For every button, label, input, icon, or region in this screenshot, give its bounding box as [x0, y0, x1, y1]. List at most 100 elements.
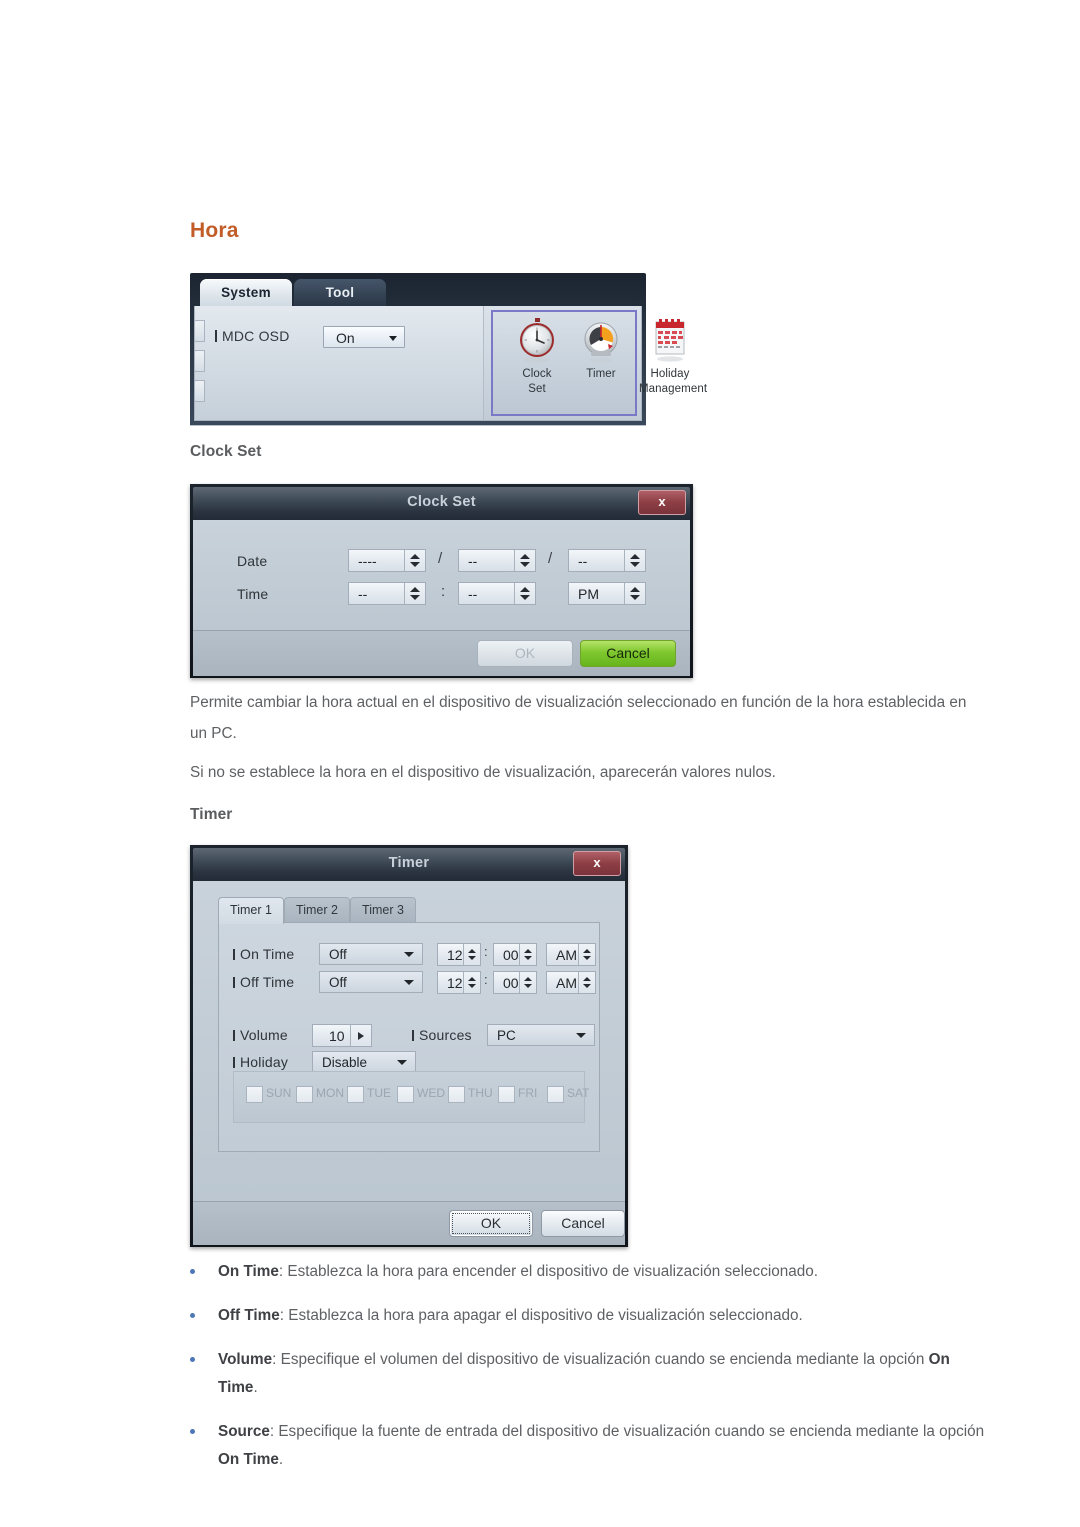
- time-minute-stepper[interactable]: [514, 583, 535, 604]
- mdc-osd-label: MDC OSD: [215, 328, 290, 344]
- sources-select[interactable]: PC: [487, 1024, 595, 1046]
- date-year-value: ----: [358, 553, 377, 569]
- chevron-down-icon: [404, 952, 414, 957]
- tab-timer-3[interactable]: Timer 3: [350, 897, 416, 924]
- time-hour-spinner[interactable]: --: [348, 582, 426, 605]
- timer-ok-button[interactable]: OK: [449, 1210, 533, 1237]
- time-label: Time: [237, 586, 269, 602]
- bullet-term: Volume: [218, 1351, 273, 1368]
- off-time-separator: :: [484, 972, 488, 987]
- timer-tab-pane: On Time Off 12 : 00 AM Off Time Off 12:…: [218, 922, 600, 1152]
- on-time-separator: :: [484, 944, 488, 959]
- side-tab-1[interactable]: [194, 320, 205, 342]
- time-hour-stepper[interactable]: [404, 583, 425, 604]
- weekday-sat-label: SAT: [567, 1086, 590, 1100]
- holiday-caption-2: Management: [639, 383, 708, 395]
- page-title: Hora: [190, 219, 239, 242]
- mdc-tab-bar: System Tool: [190, 273, 646, 307]
- tab-system[interactable]: System: [200, 279, 292, 307]
- bullet-icon: [190, 1302, 218, 1330]
- time-meridiem-stepper[interactable]: [624, 583, 645, 604]
- checkbox-tue[interactable]: [347, 1086, 364, 1103]
- checkbox-wed[interactable]: [397, 1086, 414, 1103]
- on-time-meridiem-stepper[interactable]: [578, 944, 595, 965]
- checkbox-sat[interactable]: [547, 1086, 564, 1103]
- off-time-hour-spinner[interactable]: 12: [437, 971, 481, 994]
- timer-icon: [577, 316, 625, 366]
- on-time-meridiem-spinner[interactable]: AM: [546, 943, 596, 966]
- clock-set-footer: OK Cancel: [193, 630, 690, 676]
- mdc-settings-column: MDC OSD On: [194, 306, 484, 420]
- volume-stepper[interactable]: 10: [312, 1024, 372, 1047]
- off-time-minute-stepper[interactable]: [519, 972, 536, 993]
- bullet-rest-2: .: [253, 1379, 258, 1396]
- clock-set-dialog: Clock Set x Date ---- / -- / -- Time -- …: [190, 484, 693, 678]
- off-time-state-select[interactable]: Off: [319, 971, 423, 993]
- on-time-minute-spinner[interactable]: 00: [493, 943, 537, 966]
- field-marker: [233, 977, 235, 988]
- timer-title: Timer: [388, 855, 430, 871]
- on-time-minute-stepper[interactable]: [519, 944, 536, 965]
- weekday-fri-label: FRI: [518, 1086, 538, 1100]
- mdc-holiday-management-button[interactable]: Holiday Management: [639, 316, 708, 396]
- side-tab-3[interactable]: [194, 380, 205, 402]
- timer-footer: OK Cancel: [193, 1201, 625, 1245]
- field-marker: [233, 1030, 235, 1041]
- mdc-timer-button[interactable]: Timer: [577, 316, 625, 381]
- off-time-meridiem-spinner[interactable]: AM: [546, 971, 596, 994]
- holiday-caption-1: Holiday: [650, 368, 690, 380]
- checkbox-mon[interactable]: [296, 1086, 313, 1103]
- clock-set-ok-button[interactable]: OK: [477, 640, 573, 667]
- date-month-stepper[interactable]: [514, 550, 535, 571]
- on-time-hour-spinner[interactable]: 12: [437, 943, 481, 966]
- checkbox-sun[interactable]: [246, 1086, 263, 1103]
- timer-cancel-button[interactable]: Cancel: [541, 1210, 625, 1237]
- clock-set-body: Date ---- / -- / -- Time -- : -- PM: [193, 520, 690, 630]
- weekday-sun-label: SUN: [266, 1086, 292, 1100]
- off-time-meridiem-stepper[interactable]: [578, 972, 595, 993]
- off-time-hour-stepper[interactable]: [463, 972, 480, 993]
- bullet-rest: : Especifique el volumen del dispositivo…: [272, 1351, 929, 1368]
- time-meridiem-spinner[interactable]: PM: [568, 582, 646, 605]
- date-year-stepper[interactable]: [404, 550, 425, 571]
- bullet-rest: : Especifique la fuente de entrada del d…: [269, 1423, 985, 1440]
- clock-set-caption-2: Set: [528, 383, 546, 395]
- time-minute-spinner[interactable]: --: [458, 582, 536, 605]
- date-month-value: --: [468, 553, 478, 569]
- list-item: On Time: Establezca la hora para encende…: [190, 1258, 990, 1286]
- date-day-spinner[interactable]: --: [568, 549, 646, 572]
- date-separator-2: /: [548, 550, 553, 567]
- checkbox-fri[interactable]: [498, 1086, 515, 1103]
- weekday-mon-label: MON: [316, 1086, 344, 1100]
- bullet-rest-2: .: [278, 1451, 284, 1468]
- chevron-down-icon: [576, 1033, 586, 1038]
- checkbox-thu[interactable]: [448, 1086, 465, 1103]
- holiday-select[interactable]: Disable: [312, 1051, 416, 1073]
- volume-value: 10: [329, 1028, 345, 1044]
- bullet-content: Source: Especifique la fuente de entrada…: [218, 1418, 990, 1474]
- volume-increase-button[interactable]: [350, 1025, 371, 1046]
- clock-set-cancel-button[interactable]: Cancel: [580, 640, 676, 667]
- on-time-hour-stepper[interactable]: [463, 944, 480, 965]
- chevron-down-icon: [389, 336, 397, 341]
- date-day-stepper[interactable]: [624, 550, 645, 571]
- close-icon[interactable]: x: [638, 490, 686, 515]
- tab-timer-2[interactable]: Timer 2: [284, 897, 350, 924]
- mdc-osd-select[interactable]: On: [323, 326, 405, 348]
- bullet-rest: : Establezca la hora para encender el di…: [278, 1263, 819, 1280]
- time-minute-value: --: [468, 586, 478, 602]
- holiday-value: Disable: [322, 1055, 368, 1070]
- tab-tool[interactable]: Tool: [294, 279, 386, 307]
- date-month-spinner[interactable]: --: [458, 549, 536, 572]
- mdc-clock-set-button[interactable]: Clock Set: [513, 316, 561, 396]
- close-icon[interactable]: x: [573, 851, 621, 876]
- date-year-spinner[interactable]: ----: [348, 549, 426, 572]
- feature-bullet-list: On Time: Establezca la hora para encende…: [190, 1258, 990, 1490]
- tab-timer-1[interactable]: Timer 1: [218, 897, 284, 924]
- on-time-state-select[interactable]: Off: [319, 943, 423, 965]
- off-time-minute-spinner[interactable]: 00: [493, 971, 537, 994]
- volume-label: Volume: [233, 1027, 288, 1043]
- side-tab-2[interactable]: [194, 350, 205, 372]
- clock-set-icon: [513, 316, 561, 366]
- date-separator-1: /: [438, 550, 443, 567]
